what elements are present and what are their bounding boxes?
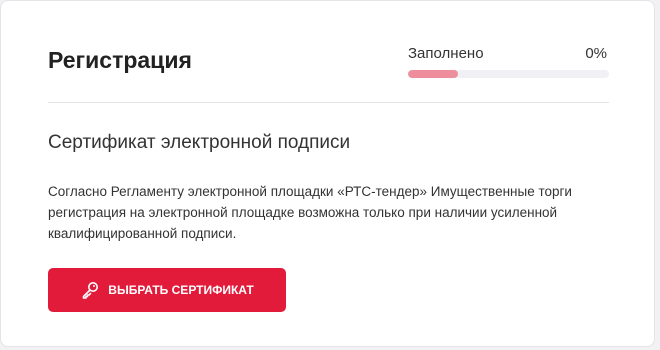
key-icon xyxy=(80,280,100,300)
progress-label: Заполнено xyxy=(408,45,484,62)
progress-bar xyxy=(408,70,609,78)
progress-value: 0% xyxy=(585,45,607,62)
select-certificate-label: ВЫБРАТЬ СЕРТИФИКАТ xyxy=(108,283,254,297)
section-description: Согласно Регламенту электронной площадки… xyxy=(48,184,572,241)
section-title: Сертификат электронной подписи xyxy=(48,132,351,153)
progress-bar-fill xyxy=(408,70,458,78)
page-title: Регистрация xyxy=(48,47,192,73)
select-certificate-button[interactable]: ВЫБРАТЬ СЕРТИФИКАТ xyxy=(48,268,286,312)
divider xyxy=(48,102,609,103)
registration-card: Регистрация Заполнено 0% Сертификат элек… xyxy=(0,0,655,347)
